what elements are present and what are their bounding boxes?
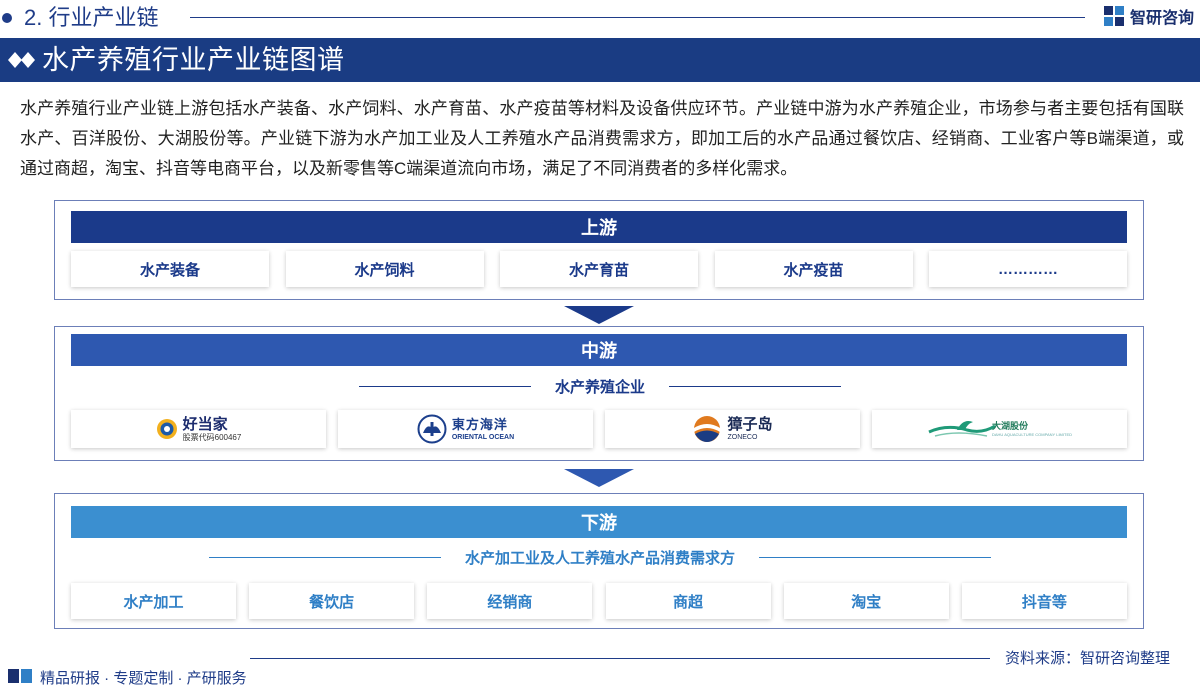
intro-paragraph: 水产养殖行业产业链上游包括水产装备、水产饲料、水产育苗、水产疫苗等材料及设备供应… [20, 99, 1184, 178]
company-english-name: DAHU AQUACULTURE COMPANY LIMITED [991, 431, 1072, 437]
upstream-item: 水产饲料 [285, 251, 484, 287]
downstream-item: 抖音等 [961, 583, 1127, 619]
downstream-subtitle-row: 水产加工业及人工养殖水产品消费需求方 [55, 547, 1145, 568]
downstream-item: 水产加工 [71, 583, 236, 619]
upstream-item: 水产装备 [71, 251, 269, 287]
subtitle-divider [358, 386, 531, 387]
upstream-item: 水产育苗 [500, 251, 698, 287]
dahu-logo-icon [928, 421, 996, 437]
haodangjia-logo: 好当家 股票代码600467 [156, 415, 242, 442]
zoneco-logo-icon [694, 416, 721, 442]
subtitle-divider [759, 557, 991, 558]
downstream-item: 商超 [605, 583, 771, 619]
section-header: 2. 行业产业链 智研咨询 [0, 0, 1200, 36]
haodangjia-logo-icon [156, 419, 177, 439]
company-english-name: ZONECO [727, 434, 758, 441]
company-name: 好当家 [182, 415, 228, 433]
flow-arrow-down-icon [564, 306, 634, 324]
flow-arrow-down-icon [564, 469, 634, 487]
upstream-header: 上游 [71, 211, 1127, 243]
footer-tagline: 精品研报 · 专题定制 · 产研服务 [40, 670, 247, 687]
company-logo-card: 東方海洋 ORIENTAL OCEAN [338, 410, 593, 448]
source-note: 资料来源：智研咨询整理 [1004, 650, 1170, 667]
company-name: 獐子岛 [727, 416, 773, 433]
downstream-item: 淘宝 [783, 583, 949, 619]
subtitle-divider [208, 557, 441, 558]
company-logo-card: 獐子岛 ZONECO [605, 410, 860, 448]
brand-name: 智研咨询 [1129, 10, 1194, 27]
page-title: 水产养殖行业产业链图谱 [42, 45, 345, 75]
bullet-dot [2, 13, 12, 23]
midstream-header: 中游 [71, 334, 1127, 366]
company-logos: 好当家 股票代码600467 東方海洋 ORIENTAL OCEAN 獐子岛 Z… [71, 410, 1127, 448]
upstream-item-more: ………… [929, 251, 1127, 287]
upstream-item: 水产疫苗 [714, 251, 913, 287]
footer-divider [250, 658, 990, 659]
upstream-items: 水产装备 水产饲料 水产育苗 水产疫苗 ………… [71, 251, 1127, 287]
downstream-items: 水产加工 餐饮店 经销商 商超 淘宝 抖音等 [71, 583, 1127, 619]
dahu-logo: 大湖股份 DAHU AQUACULTURE COMPANY LIMITED [927, 416, 1072, 442]
company-name: 大湖股份 [991, 420, 1028, 431]
downstream-item: 餐饮店 [249, 583, 415, 619]
downstream-header: 下游 [71, 506, 1127, 538]
downstream-item: 经销商 [427, 583, 593, 619]
midstream-subtitle-row: 水产养殖企业 [55, 376, 1145, 397]
header-divider [190, 17, 1085, 18]
oriental-ocean-logo: 東方海洋 ORIENTAL OCEAN [417, 414, 514, 444]
brand-logo-icon [1103, 6, 1124, 26]
company-logo-card: 大湖股份 DAHU AQUACULTURE COMPANY LIMITED [872, 410, 1127, 448]
company-stock-code: 股票代码600467 [182, 432, 242, 442]
subtitle-divider [669, 386, 841, 387]
midstream-panel: 中游 水产养殖企业 好当家 股票代码600467 東方海洋 ORIENTAL O… [54, 326, 1144, 461]
title-banner: 水产养殖行业产业链图谱 [0, 38, 1200, 82]
midstream-subtitle: 水产养殖企业 [554, 379, 645, 396]
downstream-panel: 下游 水产加工业及人工养殖水产品消费需求方 水产加工 餐饮店 经销商 商超 淘宝… [54, 493, 1144, 629]
company-logo-card: 好当家 股票代码600467 [71, 410, 326, 448]
brand: 智研咨询 [1103, 4, 1194, 28]
upstream-panel: 上游 水产装备 水产饲料 水产育苗 水产疫苗 ………… [54, 200, 1144, 300]
company-name: 東方海洋 [451, 416, 508, 432]
diamond-icon [8, 52, 35, 68]
brand-mark-icon [8, 669, 32, 683]
oriental-ocean-logo-icon [417, 414, 447, 444]
company-english-name: ORIENTAL OCEAN [451, 433, 515, 441]
zoneco-logo: 獐子岛 ZONECO [692, 414, 773, 444]
section-label: 2. 行业产业链 [24, 5, 159, 30]
downstream-subtitle: 水产加工业及人工养殖水产品消费需求方 [464, 550, 735, 567]
